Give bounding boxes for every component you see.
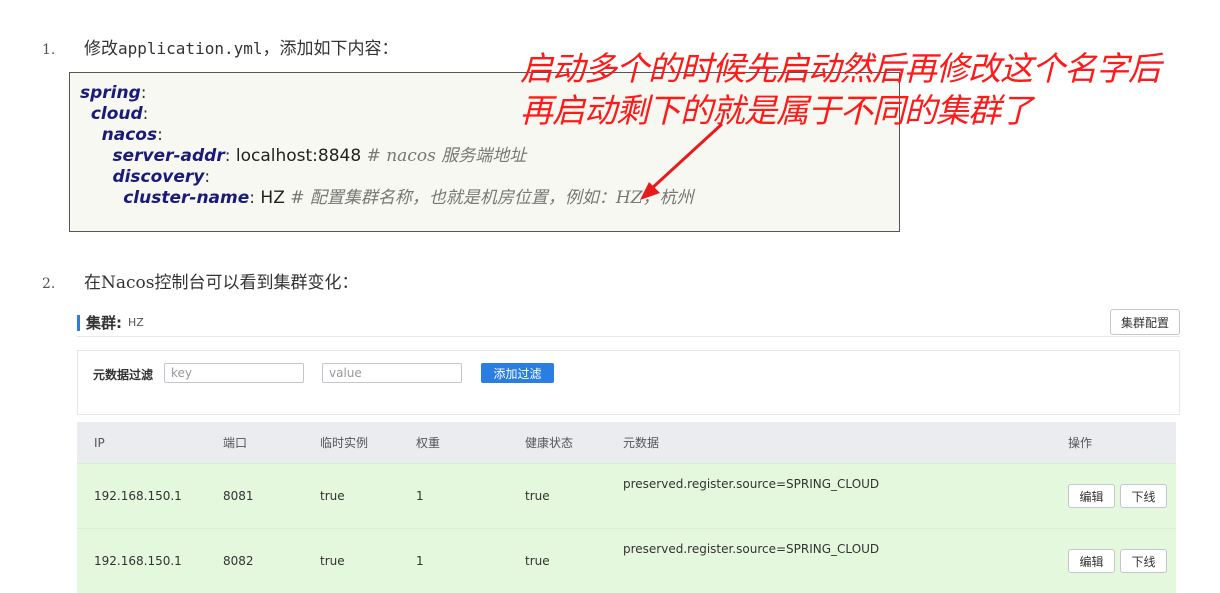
cell-actions: 编辑下线 [1051,529,1176,593]
col-header-ip: IP [77,422,206,464]
cell-metadata: preserved.register.source=SPRING_CLOUD [606,529,1051,593]
handwritten-annotation: 启动多个的时候先启动然后再修改这个名字后 再启动剩下的就是属于不同的集群了 [520,48,1160,132]
cell-ip: 192.168.150.1 [77,464,206,529]
offline-button[interactable]: 下线 [1120,549,1167,573]
cluster-name: HZ [128,316,144,329]
edit-button[interactable]: 编辑 [1068,484,1115,508]
cluster-config-button[interactable]: 集群配置 [1110,309,1180,335]
edit-button[interactable]: 编辑 [1068,549,1115,573]
cluster-label: 集群: [86,312,122,333]
cell-ephemeral: true [303,464,399,529]
yaml-value-cluster-name: HZ [260,188,284,208]
add-filter-button[interactable]: 添加过滤 [481,363,554,383]
yaml-key-spring: spring [80,83,141,103]
cell-healthy: true [508,529,606,593]
yaml-key-discovery: discovery [112,167,204,187]
accent-bar [77,315,80,331]
table-row: 192.168.150.1 8082 true 1 true preserved… [77,529,1176,593]
yaml-value-server-addr: localhost:8848 [236,146,361,166]
cell-actions: 编辑下线 [1051,464,1176,529]
yaml-comment-cluster-name: # 配置集群名称，也就是机房位置，例如：HZ，杭州 [290,188,693,208]
yaml-comment-server-addr: # nacos 服务端地址 [367,146,527,166]
step-number: 2. [42,276,84,292]
annotation-line-1: 启动多个的时候先启动然后再修改这个名字后 [520,48,1160,90]
col-header-metadata: 元数据 [606,422,1051,464]
table-header-row: IP 端口 临时实例 权重 健康状态 元数据 操作 [77,422,1176,464]
instance-table: IP 端口 临时实例 权重 健康状态 元数据 操作 192.168.150.1 … [77,422,1176,593]
divider [77,336,1180,337]
step-1-instruction: 1.修改application.yml，添加如下内容： [42,34,399,59]
yaml-key-cluster-name: cluster-name [123,188,249,208]
col-header-actions: 操作 [1051,422,1176,464]
offline-button[interactable]: 下线 [1120,484,1167,508]
yaml-key-server-addr: server-addr [112,146,224,166]
cell-healthy: true [508,464,606,529]
col-header-ephemeral: 临时实例 [303,422,399,464]
step-text: 在Nacos控制台可以看到集群变化： [84,273,359,293]
cell-port: 8082 [206,529,303,593]
yaml-key-cloud: cloud [91,104,143,124]
metadata-filter-panel: 元数据过滤 key value 添加过滤 [77,350,1180,415]
step-text-prefix: 修改 [84,39,118,59]
cell-weight: 1 [399,464,508,529]
step-number: 1. [42,42,84,58]
yaml-key-nacos: nacos [102,125,157,145]
cell-weight: 1 [399,529,508,593]
filename: application.yml [118,39,263,58]
col-header-port: 端口 [206,422,303,464]
col-header-healthy: 健康状态 [508,422,606,464]
filter-key-input[interactable]: key [164,363,304,383]
filter-label: 元数据过滤 [93,366,153,383]
filter-value-input[interactable]: value [322,363,462,383]
cell-port: 8081 [206,464,303,529]
annotation-line-2: 再启动剩下的就是属于不同的集群了 [520,90,1160,132]
table-row: 192.168.150.1 8081 true 1 true preserved… [77,464,1176,529]
cell-metadata: preserved.register.source=SPRING_CLOUD [606,464,1051,529]
step-2-instruction: 2.在Nacos控制台可以看到集群变化： [42,268,359,293]
col-header-weight: 权重 [399,422,508,464]
step-text-suffix: ，添加如下内容： [263,39,399,59]
cell-ip: 192.168.150.1 [77,529,206,593]
cell-ephemeral: true [303,529,399,593]
cluster-header: 集群: HZ [77,312,144,333]
